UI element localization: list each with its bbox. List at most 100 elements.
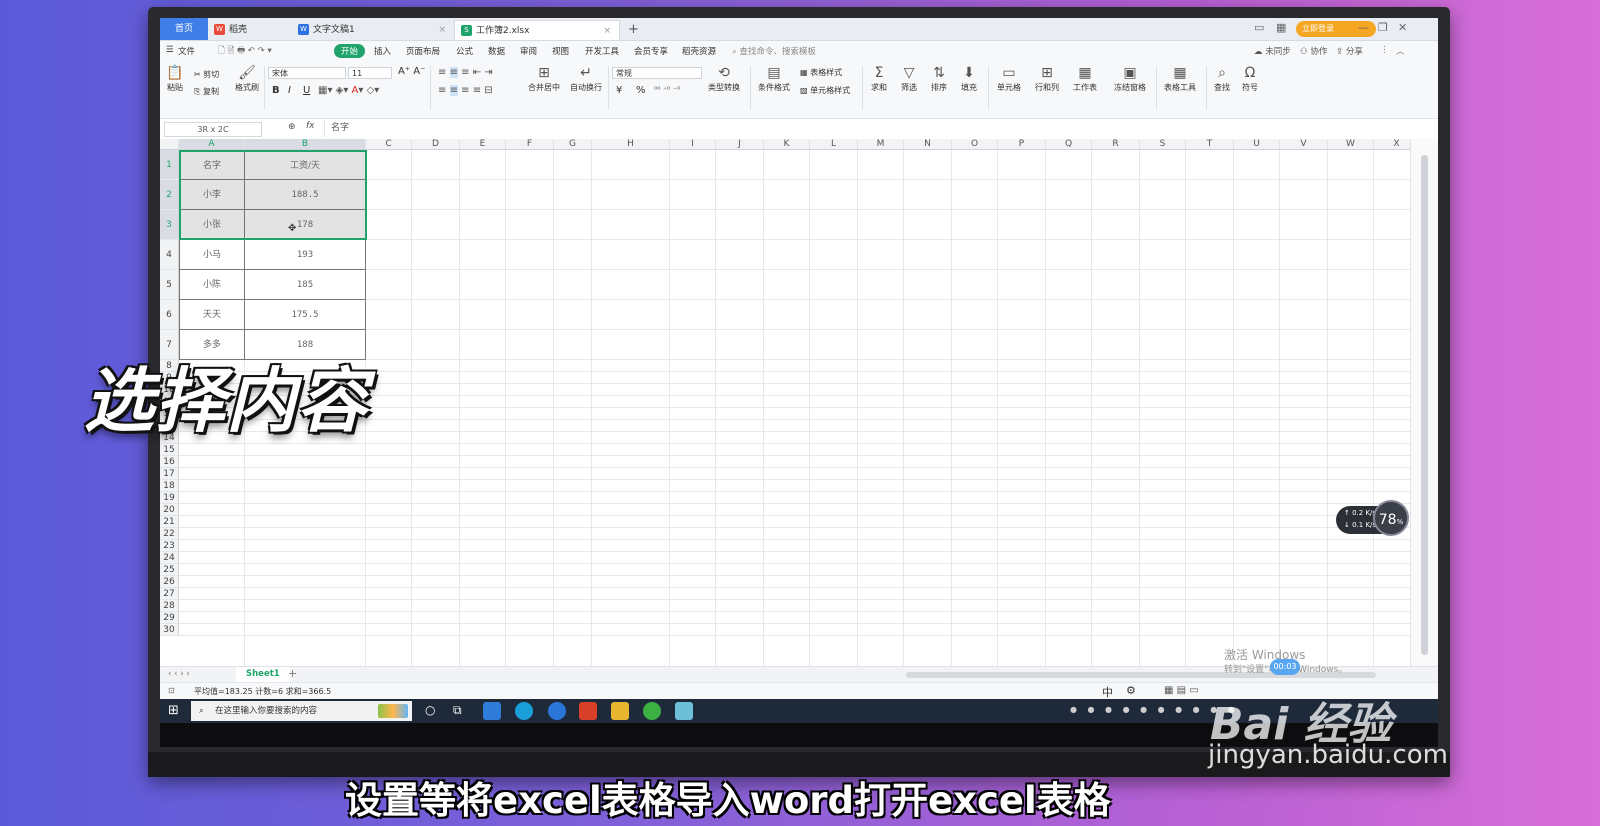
grid-icon[interactable]: ▦ (1276, 21, 1286, 34)
row-header-24[interactable]: 24 (160, 552, 179, 564)
column-header-h[interactable]: H (592, 139, 670, 150)
row-header-1[interactable]: 1 (160, 150, 179, 180)
selection-range[interactable] (179, 150, 367, 240)
column-header-v[interactable]: V (1280, 139, 1328, 150)
column-header-d[interactable]: D (412, 139, 460, 150)
row-header-16[interactable]: 16 (160, 456, 179, 468)
tab-docer[interactable]: W 稻壳 (208, 20, 292, 40)
column-header-b[interactable]: B (245, 139, 366, 150)
collapse-ribbon-icon[interactable]: ︿ (1396, 45, 1405, 57)
column-header-n[interactable]: N (904, 139, 952, 150)
copy-button[interactable]: ⎘ 复制 (194, 86, 219, 97)
format-painter-button[interactable]: 🖌 格式刷 (234, 65, 260, 93)
row-header-27[interactable]: 27 (160, 588, 179, 600)
name-cell[interactable]: 小马 (179, 240, 245, 270)
menu-page-layout[interactable]: 页面布局 (406, 45, 440, 57)
task-view-icon[interactable]: ⧉ (453, 703, 462, 718)
merge-center-button[interactable]: ⊞ 合并居中 (524, 65, 564, 93)
input-method-indicator[interactable]: 中 (1102, 684, 1113, 700)
column-header-m[interactable]: M (858, 139, 904, 150)
wage-cell[interactable]: 185 (245, 270, 366, 300)
row-header-4[interactable]: 4 (160, 240, 179, 270)
fx-icon[interactable]: fx (306, 121, 315, 131)
worksheet-button[interactable]: ▦ 工作表 (1068, 65, 1102, 93)
cortana-icon[interactable]: ○ (425, 703, 435, 717)
minimize-icon[interactable]: — (1358, 21, 1369, 34)
column-header-a[interactable]: A (179, 139, 245, 150)
new-tab-button[interactable]: + (622, 20, 642, 40)
conditional-format-button[interactable]: ▤ 条件格式 (754, 65, 794, 93)
row-header-21[interactable]: 21 (160, 516, 179, 528)
wps-icon[interactable] (579, 702, 597, 720)
edge-browser-icon[interactable] (515, 702, 533, 720)
taskbar-search[interactable]: ⌕ 在这里输入你要搜索的内容 (191, 701, 412, 721)
cell-style-button[interactable]: ▨ 单元格样式 (800, 85, 850, 96)
column-header-s[interactable]: S (1140, 139, 1186, 150)
close-window-icon[interactable]: ✕ (1398, 21, 1407, 34)
row-header-6[interactable]: 6 (160, 300, 179, 330)
filter-button[interactable]: ▽ 筛选 (896, 65, 922, 93)
freeze-panes-button[interactable]: ▣ 冻结窗格 (1110, 65, 1150, 93)
italic-button[interactable]: I (288, 85, 291, 96)
row-header-3[interactable]: 3 (160, 210, 179, 240)
symbol-button[interactable]: Ω 符号 (1238, 65, 1262, 93)
file-explorer-icon[interactable] (611, 702, 629, 720)
name-cell[interactable]: 小陈 (179, 270, 245, 300)
column-header-p[interactable]: P (998, 139, 1046, 150)
underline-button[interactable]: U (303, 85, 310, 96)
find-button[interactable]: ⌕ 查找 (1210, 65, 1234, 93)
cut-button[interactable]: ✂ 剪切 (194, 69, 219, 80)
more-icon[interactable]: ⋮ (1380, 45, 1389, 55)
font-select[interactable]: 宋体 (268, 67, 346, 79)
zoom-formula-icon[interactable]: ⊕ (288, 122, 296, 132)
restore-icon[interactable]: ❐ (1378, 21, 1388, 34)
table-style-button[interactable]: ▦ 表格样式 (800, 67, 842, 78)
column-header-i[interactable]: I (670, 139, 716, 150)
name-box[interactable]: 3R x 2C (164, 122, 262, 137)
row-header-23[interactable]: 23 (160, 540, 179, 552)
row-header-26[interactable]: 26 (160, 576, 179, 588)
row-header-5[interactable]: 5 (160, 270, 179, 300)
browser-icon[interactable] (548, 702, 566, 720)
font-size-select[interactable]: 11 (348, 67, 392, 79)
column-header-l[interactable]: L (810, 139, 858, 150)
border-fill-color-icons[interactable]: ▦▾ ◈▾ A▾ ◇▾ (318, 85, 379, 96)
row-header-20[interactable]: 20 (160, 504, 179, 516)
row-header-25[interactable]: 25 (160, 564, 179, 576)
tab-workbook[interactable]: S 工作簿2.xlsx × (454, 20, 620, 40)
wage-cell[interactable]: 193 (245, 240, 366, 270)
hamburger-icon[interactable]: ☰ (166, 45, 174, 55)
collaborate-button[interactable]: ⚇ 协作 (1300, 45, 1327, 57)
column-header-u[interactable]: U (1234, 139, 1280, 150)
row-header-15[interactable]: 15 (160, 444, 179, 456)
decimal-buttons[interactable]: ⁰⁰ ⁺⁰ ⁻⁰ (654, 85, 680, 94)
column-header-t[interactable]: T (1186, 139, 1234, 150)
tab-home[interactable]: 首页 (160, 18, 208, 40)
macro-icon[interactable]: ⊡ (168, 686, 175, 695)
column-header-j[interactable]: J (716, 139, 764, 150)
row-col-button[interactable]: ⊞ 行和列 (1030, 65, 1064, 93)
sheet-tab-sheet1[interactable]: Sheet1 (236, 667, 290, 682)
row-header-29[interactable]: 29 (160, 612, 179, 624)
menu-data[interactable]: 数据 (488, 45, 505, 57)
menu-review[interactable]: 审阅 (520, 45, 537, 57)
menu-formula[interactable]: 公式 (456, 45, 473, 57)
row-header-28[interactable]: 28 (160, 600, 179, 612)
command-search[interactable]: ⌕ 查找命令、搜索模板 (732, 45, 816, 57)
tab-document[interactable]: W 文字文稿1 × (292, 20, 454, 40)
column-header-k[interactable]: K (764, 139, 810, 150)
quick-access-icons[interactable]: 🗋 🗎 🖶 ↶ ↷ ▾ (218, 45, 272, 59)
column-header-q[interactable]: Q (1046, 139, 1092, 150)
notes-app-icon[interactable] (675, 702, 693, 720)
row-header-19[interactable]: 19 (160, 492, 179, 504)
table-tools-button[interactable]: ▦ 表格工具 (1160, 65, 1200, 93)
layout-icon[interactable]: ▭ (1254, 21, 1264, 34)
currency-button[interactable]: ¥ (616, 85, 622, 96)
row-header-30[interactable]: 30 (160, 624, 179, 636)
row-header-18[interactable]: 18 (160, 480, 179, 492)
column-header-g[interactable]: G (554, 139, 592, 150)
font-grow-shrink-icons[interactable]: A⁺ A⁻ (398, 66, 425, 77)
column-header-e[interactable]: E (460, 139, 506, 150)
settings-gear-icon[interactable]: ⚙ (1126, 684, 1136, 697)
row-header-17[interactable]: 17 (160, 468, 179, 480)
